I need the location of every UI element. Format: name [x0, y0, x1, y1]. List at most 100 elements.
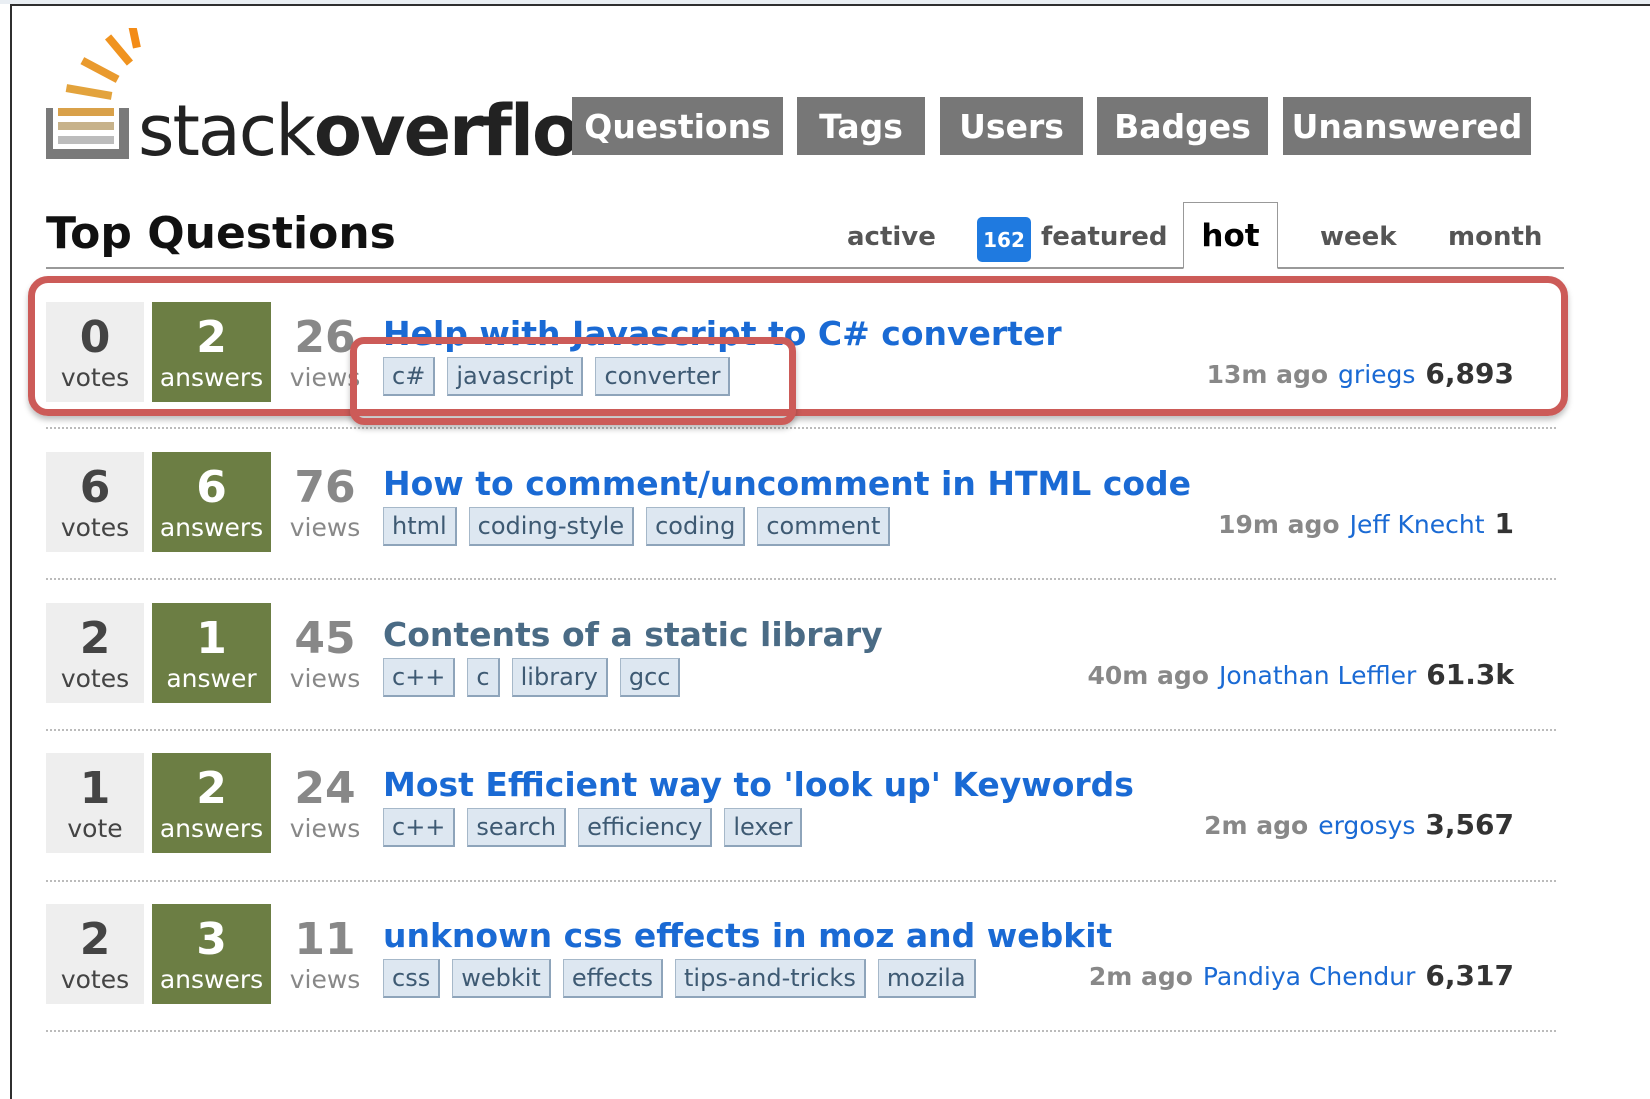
user-reputation: 6,893	[1425, 357, 1514, 390]
votes-count-box: 1 vote	[46, 753, 144, 853]
answers-count-box: 3 answers	[152, 904, 271, 1004]
user-link[interactable]: griegs	[1338, 360, 1415, 389]
question-title-link[interactable]: Most Efficient way to 'look up' Keywords	[383, 765, 1134, 804]
votes-label: votes	[60, 513, 130, 542]
votes-number: 2	[79, 914, 111, 965]
question-meta: 19m ago Jeff Knecht 1	[1218, 507, 1514, 540]
question-title-link[interactable]: Contents of a static library	[383, 615, 883, 654]
votes-label: votes	[60, 363, 130, 392]
tag-c[interactable]: c	[467, 658, 500, 697]
votes-label: vote	[67, 814, 123, 843]
page-title: Top Questions	[46, 208, 396, 259]
question-title-link[interactable]: How to comment/uncomment in HTML code	[383, 464, 1191, 503]
votes-number: 0	[79, 312, 111, 363]
question-meta: 2m ago Pandiya Chendur 6,317	[1089, 959, 1514, 992]
tag-javascript[interactable]: javascript	[447, 357, 584, 396]
views-number: 45	[294, 613, 356, 664]
answers-number: 2	[196, 763, 227, 814]
votes-number: 6	[79, 462, 111, 513]
featured-count-badge: 162	[977, 217, 1031, 262]
nav-users-button[interactable]: Users	[940, 97, 1083, 155]
views-label: views	[289, 965, 361, 994]
user-reputation: 6,317	[1425, 959, 1514, 992]
question-tags: c++ search efficiency lexer	[383, 808, 803, 847]
tab-active[interactable]: active	[847, 222, 936, 252]
stackoverflow-logo[interactable]: stackoverflow	[46, 28, 643, 172]
question-title-link[interactable]: Help with Javascript to C# converter	[383, 314, 1062, 353]
question-title-link[interactable]: unknown css effects in moz and webkit	[383, 916, 1112, 955]
views-count-box: 11 views	[284, 904, 366, 1004]
tag-library[interactable]: library	[511, 658, 608, 697]
tag-cpp[interactable]: c++	[383, 658, 456, 697]
tag-tips-and-tricks[interactable]: tips-and-tricks	[675, 959, 866, 998]
answers-label: answers	[159, 513, 264, 542]
user-reputation: 61.3k	[1426, 658, 1514, 691]
tag-css[interactable]: css	[383, 959, 441, 998]
votes-label: votes	[60, 664, 130, 693]
tag-lexer[interactable]: lexer	[724, 808, 803, 847]
tag-comment[interactable]: comment	[757, 507, 891, 546]
user-link[interactable]: Jonathan Leffler	[1219, 661, 1416, 690]
answers-count-box: 6 answers	[152, 452, 271, 552]
votes-count-box: 6 votes	[46, 452, 144, 552]
tab-hot[interactable]: hot	[1183, 202, 1278, 269]
nav-tags-button[interactable]: Tags	[797, 97, 925, 155]
tag-csharp[interactable]: c#	[383, 357, 436, 396]
answers-label: answer	[166, 664, 257, 693]
question-row: 0 votes 2 answers 26 views Help with Jav…	[46, 302, 1556, 452]
tag-coding[interactable]: coding	[646, 507, 746, 546]
question-tags: c++ c library gcc	[383, 658, 681, 697]
stack-logo-icon	[46, 28, 141, 159]
answers-label: answers	[159, 814, 264, 843]
views-count-box: 76 views	[284, 452, 366, 552]
answers-number: 6	[196, 462, 227, 513]
votes-count-box: 2 votes	[46, 603, 144, 703]
nav-badges-button[interactable]: Badges	[1097, 97, 1268, 155]
nav-questions-button[interactable]: Questions	[572, 97, 783, 155]
views-count-box: 45 views	[284, 603, 366, 703]
tag-converter[interactable]: converter	[595, 357, 731, 396]
answers-count-box: 2 answers	[152, 302, 271, 402]
user-link[interactable]: Pandiya Chendur	[1203, 962, 1416, 991]
user-link[interactable]: Jeff Knecht	[1350, 510, 1485, 539]
tab-week[interactable]: week	[1320, 222, 1397, 252]
votes-number: 1	[79, 763, 111, 814]
votes-number: 2	[79, 613, 111, 664]
tag-html[interactable]: html	[383, 507, 457, 546]
row-divider	[46, 427, 1556, 429]
logo-text-light: stack	[138, 90, 316, 172]
question-meta: 40m ago Jonathan Leffler 61.3k	[1088, 658, 1515, 691]
answers-count-box: 1 answer	[152, 603, 271, 703]
tag-cpp[interactable]: c++	[383, 808, 456, 847]
views-label: views	[289, 363, 361, 392]
user-link[interactable]: ergosys	[1318, 811, 1415, 840]
question-meta: 2m ago ergosys 3,567	[1204, 808, 1514, 841]
votes-count-box: 2 votes	[46, 904, 144, 1004]
user-reputation: 1	[1494, 507, 1514, 540]
tag-efficiency[interactable]: efficiency	[578, 808, 713, 847]
tag-webkit[interactable]: webkit	[452, 959, 551, 998]
nav-unanswered-button[interactable]: Unanswered	[1283, 97, 1531, 155]
views-number: 24	[294, 763, 356, 814]
activity-time: 2m ago	[1088, 962, 1193, 991]
views-number: 76	[294, 462, 356, 513]
answers-label: answers	[159, 363, 264, 392]
row-divider	[46, 729, 1556, 731]
activity-time: 40m ago	[1087, 661, 1209, 690]
activity-time: 19m ago	[1218, 510, 1340, 539]
row-divider	[46, 578, 1556, 580]
views-label: views	[289, 814, 361, 843]
tag-search[interactable]: search	[467, 808, 567, 847]
tag-gcc[interactable]: gcc	[619, 658, 681, 697]
views-label: views	[289, 664, 361, 693]
tab-featured[interactable]: featured	[1041, 222, 1168, 252]
views-count-box: 26 views	[284, 302, 366, 402]
tag-effects[interactable]: effects	[562, 959, 663, 998]
votes-label: votes	[60, 965, 130, 994]
activity-time: 13m ago	[1206, 360, 1329, 389]
tag-mozila[interactable]: mozila	[877, 959, 976, 998]
views-number: 26	[294, 312, 356, 363]
tab-month[interactable]: month	[1448, 222, 1542, 252]
tag-coding-style[interactable]: coding-style	[468, 507, 635, 546]
answers-number: 2	[196, 312, 227, 363]
